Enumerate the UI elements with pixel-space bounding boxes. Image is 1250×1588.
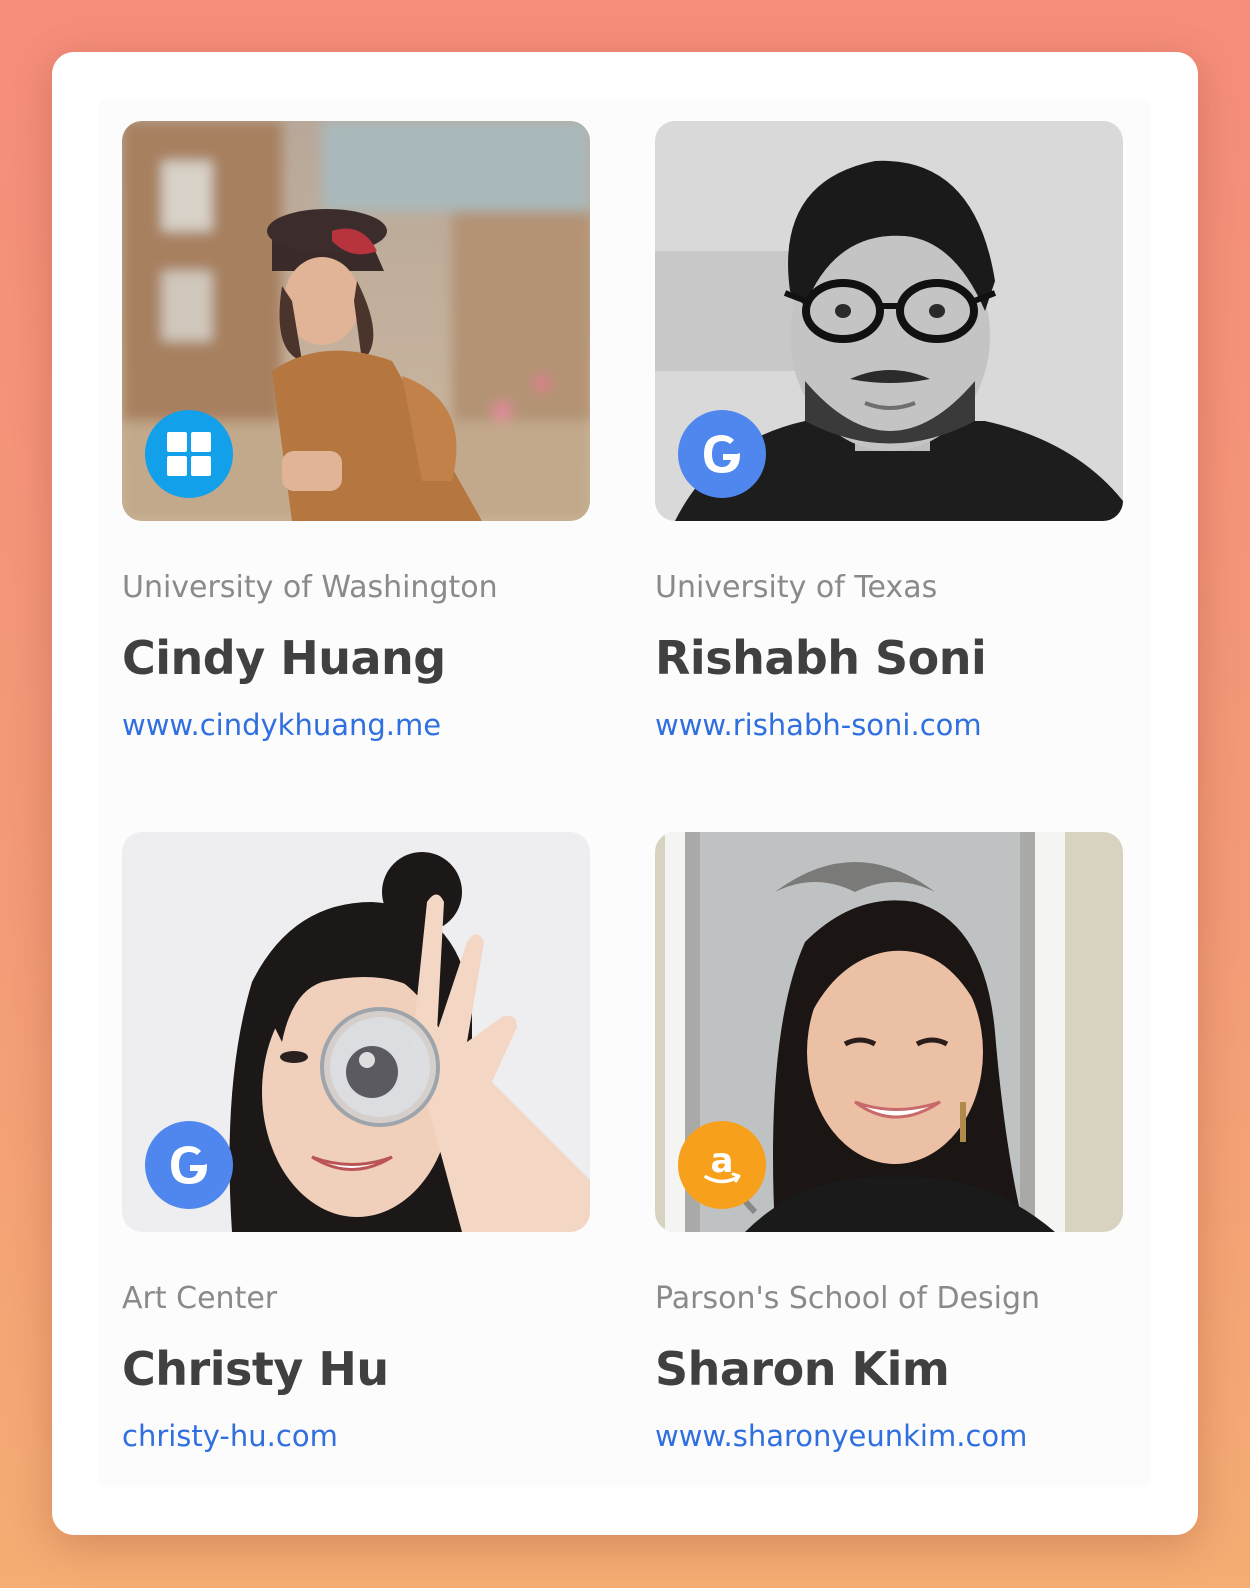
profile-photo[interactable]: [655, 121, 1123, 521]
profiles-card: University of Washington Cindy Huang www…: [52, 52, 1198, 1535]
profile-card: Art Center Christy Hu christy-hu.com: [122, 832, 590, 1454]
person-name: Sharon Kim: [655, 1342, 950, 1396]
profile-card: a Parson's School of Design Sharon Kim w…: [655, 832, 1123, 1454]
profile-card: University of Texas Rishabh Soni www.ris…: [655, 121, 1123, 743]
profile-card: University of Washington Cindy Huang www…: [122, 121, 590, 743]
profile-photo[interactable]: a: [655, 832, 1123, 1232]
microsoft-windows-icon: [145, 410, 233, 498]
school-label: University of Washington: [122, 570, 498, 605]
school-label: University of Texas: [655, 570, 938, 605]
school-label: Parson's School of Design: [655, 1281, 1041, 1316]
google-g-icon: [145, 1121, 233, 1209]
google-g-icon: [678, 410, 766, 498]
person-name: Christy Hu: [122, 1342, 389, 1396]
website-link[interactable]: www.cindykhuang.me: [122, 707, 590, 743]
person-name: Cindy Huang: [122, 631, 446, 685]
website-link[interactable]: christy-hu.com: [122, 1418, 590, 1454]
svg-text:a: a: [711, 1141, 734, 1181]
website-link[interactable]: www.rishabh-soni.com: [655, 707, 1123, 743]
profile-photo[interactable]: [122, 832, 590, 1232]
website-link[interactable]: www.sharonyeunkim.com: [655, 1418, 1123, 1454]
profile-photo[interactable]: [122, 121, 590, 521]
school-label: Art Center: [122, 1281, 278, 1316]
profiles-grid: University of Washington Cindy Huang www…: [99, 100, 1151, 1487]
person-name: Rishabh Soni: [655, 631, 987, 685]
amazon-a-icon: a: [678, 1121, 766, 1209]
